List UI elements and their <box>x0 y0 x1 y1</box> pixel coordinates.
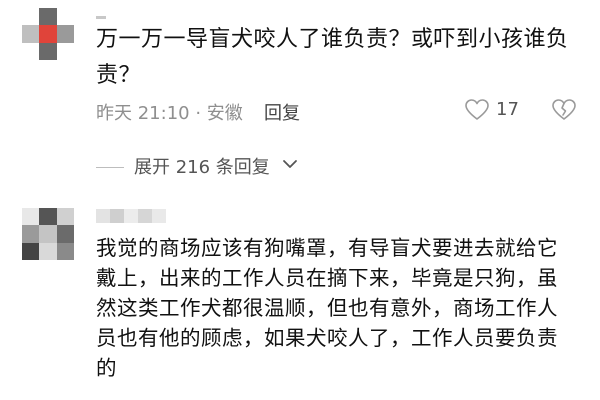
mosaic-cell <box>22 42 40 60</box>
mosaic-cell <box>110 209 124 223</box>
mosaic-cell <box>39 225 57 243</box>
avatar[interactable] <box>22 208 74 260</box>
mosaic-cell <box>39 42 57 60</box>
comment-text: 万一万一导盲犬咬人了谁负责？或吓到小孩谁负责？ <box>96 27 569 88</box>
comment-thread: 万一万一导盲犬咬人了谁负责？或吓到小孩谁负责？ 昨天 21:10 · 安徽 回复… <box>0 0 600 400</box>
mosaic-cell <box>96 209 110 223</box>
mosaic-cell <box>22 25 40 43</box>
mosaic-cell <box>56 225 74 243</box>
username-redacted[interactable] <box>96 209 166 223</box>
username-redacted[interactable] <box>96 16 106 19</box>
mosaic-cell <box>56 8 74 26</box>
mosaic-cell <box>22 8 40 26</box>
divider <box>96 167 124 168</box>
reply-button[interactable]: 回复 <box>264 99 300 125</box>
mosaic-cell <box>39 242 57 260</box>
chevron-down-icon[interactable] <box>282 158 298 170</box>
comment-text: 我觉的商场应该有狗嘴罩，有导盲犬要进去就给它戴上，出来的工作人员在摘下来，毕竟是… <box>96 236 558 380</box>
mosaic-cell <box>22 242 40 260</box>
mosaic-cell <box>56 42 74 60</box>
mosaic-cell <box>39 25 57 43</box>
mosaic-cell <box>22 208 40 226</box>
mosaic-cell <box>152 209 166 223</box>
mosaic-cell <box>39 8 57 26</box>
mosaic-cell <box>56 25 74 43</box>
mosaic-cell <box>124 209 138 223</box>
expand-replies-button[interactable]: 展开 216 条回复 <box>134 153 270 179</box>
mosaic-cell <box>39 208 57 226</box>
like-count: 17 <box>496 99 519 120</box>
mosaic-cell <box>22 225 40 243</box>
heart-icon[interactable] <box>465 99 489 121</box>
comment-timestamp-location: 昨天 21:10 · 安徽 <box>96 103 243 124</box>
broken-heart-icon[interactable] <box>552 99 576 121</box>
avatar[interactable] <box>22 8 74 60</box>
mosaic-cell <box>56 208 74 226</box>
mosaic-cell <box>138 209 152 223</box>
mosaic-cell <box>56 242 74 260</box>
